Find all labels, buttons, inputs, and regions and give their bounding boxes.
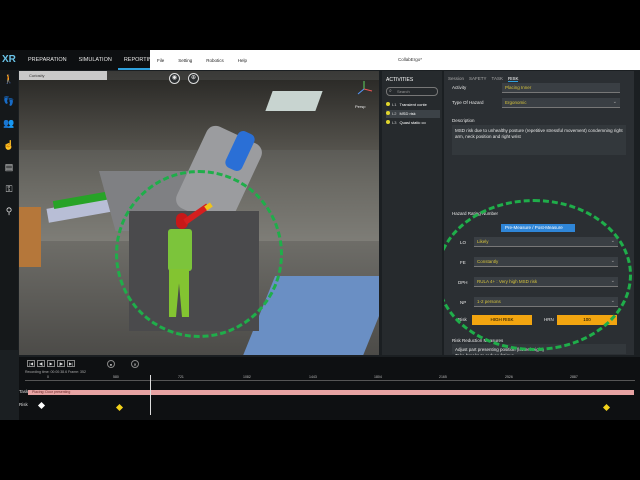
activity-item[interactable]: L1 Transient conte — [386, 101, 440, 109]
app-window: XR PREPARATION SIMULATION REPORTING File… — [0, 50, 640, 420]
tick-label: 2165 — [439, 375, 447, 379]
3d-viewport[interactable]: Curiosity ◉ ⊕ Persp — [19, 71, 379, 355]
timeline-ruler[interactable]: 0 580 721 1082 1443 1804 2165 2526 2887 — [25, 375, 635, 381]
skip-end-icon[interactable]: ▶| — [67, 360, 75, 367]
detail-tabs: Session SAFETY TASK RISK — [448, 76, 519, 82]
hazard-type-value: Ergonomic — [505, 100, 527, 105]
play-icon[interactable]: ▶ — [47, 360, 55, 367]
menu-setting[interactable]: Setting — [171, 58, 199, 63]
lock-icon[interactable]: ⚿ — [3, 184, 15, 194]
activities-panel: ACTIVITIES ⌕ Search L1 Transient conte L2… — [382, 71, 442, 355]
annotation-circle-worker — [115, 170, 283, 338]
description-textarea[interactable]: MSD risk due to unhealthy posture (repet… — [452, 125, 626, 155]
search-icon: ⌕ — [389, 88, 392, 94]
delete-icon[interactable]: ✕ — [131, 360, 139, 368]
playhead[interactable] — [150, 375, 151, 415]
activity-id: L1 — [392, 102, 397, 107]
risk-details-panel: Session SAFETY TASK RISK Activity Placin… — [444, 71, 634, 355]
activity-name: Quasi static co — [399, 120, 426, 125]
status-dot-icon — [386, 102, 390, 106]
tab-simulation[interactable]: SIMULATION — [73, 50, 118, 70]
tick-label: 1804 — [374, 375, 382, 379]
axis-gizmo-icon[interactable] — [354, 79, 374, 99]
activity-select[interactable]: Placing Inner — [502, 83, 620, 93]
step-forward-icon[interactable]: |▶ — [57, 360, 65, 367]
menu-robotics[interactable]: Robotics — [199, 58, 231, 63]
activities-search-input[interactable]: ⌕ Search — [386, 87, 438, 96]
step-back-icon[interactable]: ◀| — [37, 360, 45, 367]
status-dot-icon — [386, 120, 390, 124]
pointer-icon[interactable]: ☝ — [3, 140, 15, 150]
tick-label: 2887 — [570, 375, 578, 379]
tick-label: 721 — [178, 375, 184, 379]
activity-id: L3 — [392, 120, 397, 125]
activity-id: L2 — [392, 111, 397, 116]
tab-session[interactable]: Session — [448, 76, 464, 82]
skylight — [265, 91, 323, 111]
footprints-icon[interactable]: 👣 — [3, 96, 15, 106]
risk-marker-icon[interactable] — [115, 403, 124, 412]
chart-icon[interactable]: ▤ — [3, 162, 15, 172]
skip-start-icon[interactable]: |◀ — [27, 360, 35, 367]
menu-file[interactable]: File — [150, 58, 171, 63]
camera-icon[interactable]: ◉ — [169, 73, 180, 84]
activity-name: MSD risk — [399, 111, 416, 116]
task-row-label: Task — [19, 389, 29, 394]
tab-task[interactable]: TASK — [492, 76, 503, 82]
risk-row-label: Risk — [19, 402, 28, 407]
activity-label: Activity — [452, 85, 467, 90]
task-bar[interactable]: Placing: Door presenting — [28, 390, 634, 395]
people-icon[interactable]: 👥 — [3, 118, 15, 128]
description-label: Description — [452, 118, 475, 123]
activity-name: Transient conte — [399, 102, 427, 107]
orange-box — [19, 207, 41, 267]
top-bar: XR PREPARATION SIMULATION REPORTING File… — [0, 50, 640, 70]
tick-label: 580 — [113, 375, 119, 379]
tab-preparation[interactable]: PREPARATION — [22, 50, 73, 70]
chevron-down-icon: ⌄ — [612, 99, 617, 105]
viewport-header: Curiosity — [19, 71, 107, 80]
tick-label: 0 — [47, 375, 49, 379]
tab-safety[interactable]: SAFETY — [469, 76, 487, 82]
hazard-type-label: Type Of Hazard — [452, 100, 484, 105]
app-logo: XR — [2, 54, 16, 65]
annotation-circle-rating — [444, 199, 632, 351]
tick-label: 1443 — [309, 375, 317, 379]
tick-label: 1082 — [243, 375, 251, 379]
record-icon[interactable]: ● — [107, 360, 115, 368]
tab-risk[interactable]: RISK — [507, 76, 519, 82]
recording-info: Recording time: 00:00:38.6 Frame: 352 — [25, 370, 86, 374]
search-placeholder: Search — [397, 89, 410, 94]
activity-value: Placing Inner — [505, 85, 532, 90]
walk-icon[interactable]: 🚶 — [3, 74, 15, 84]
playback-controls: |◀ ◀| ▶ |▶ ▶| — [27, 360, 75, 367]
hall-roof — [19, 80, 379, 150]
left-toolbar: 🚶 👣 👥 ☝ ▤ ⚿ ⚲ — [0, 70, 18, 350]
risk-marker-icon[interactable] — [602, 403, 611, 412]
key-icon[interactable]: ⚲ — [3, 206, 15, 216]
menu-help[interactable]: Help — [231, 58, 254, 63]
main-tabs: PREPARATION SIMULATION REPORTING — [22, 50, 163, 70]
activity-item[interactable]: L3 Quasi static co — [386, 119, 440, 127]
activities-title: ACTIVITIES — [386, 77, 414, 83]
activity-item-selected[interactable]: L2 MSD risk — [386, 110, 440, 118]
projection-label: Persp — [355, 104, 366, 109]
viewport-toolbar: ◉ ⊕ — [169, 73, 199, 84]
tick-label: 2526 — [505, 375, 513, 379]
hazard-type-select[interactable]: Ergonomic ⌄ — [502, 98, 620, 108]
risk-marker-icon[interactable] — [37, 401, 46, 410]
status-dot-icon — [386, 111, 390, 115]
target-icon[interactable]: ⊕ — [188, 73, 199, 84]
menu-bar: File Setting Robotics Help — [150, 50, 640, 70]
window-title: CollabErgo* — [398, 57, 423, 62]
timeline-panel: |◀ ◀| ▶ |▶ ▶| ● ✕ Recording time: 00:00:… — [19, 357, 640, 420]
